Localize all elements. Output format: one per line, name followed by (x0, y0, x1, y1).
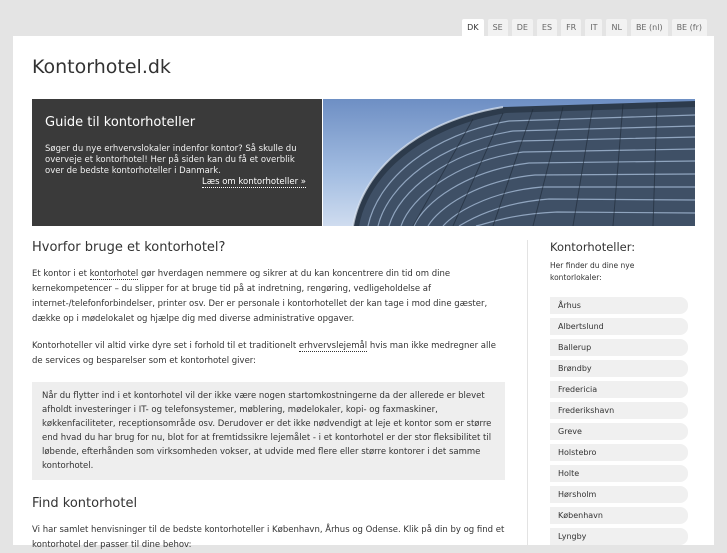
city-link-lyngby[interactable]: Lyngby (550, 528, 688, 545)
office-building-image (323, 99, 695, 226)
sidebar-title: Kontorhoteller: (550, 240, 636, 254)
city-link-ballerup[interactable]: Ballerup (550, 339, 688, 356)
hero-title: Guide til kontorhoteller (45, 115, 196, 130)
city-link-koebenhavn[interactable]: København (550, 507, 688, 524)
city-link-holte[interactable]: Holte (550, 465, 688, 482)
city-link-hoersholm[interactable]: Hørsholm (550, 486, 688, 503)
heading-why-office-hotel: Hvorfor bruge et kontorhotel? (32, 240, 226, 255)
site-title[interactable]: Kontorhotel.dk (32, 56, 171, 78)
lang-tab-de[interactable]: DE (511, 19, 533, 36)
lang-tab-dk[interactable]: DK (462, 19, 484, 36)
paragraph-pricing-text-start: Kontorhoteller vil altid virke dyre set … (32, 341, 299, 351)
city-list: Århus Albertslund Ballerup Brøndby Frede… (550, 297, 688, 545)
lang-tab-se[interactable]: SE (487, 19, 508, 36)
hero-banner: Guide til kontorhoteller Søger du nye er… (32, 99, 695, 226)
page-container: Kontorhotel.dk Guide til kontorhoteller … (13, 36, 714, 550)
lang-tab-fr[interactable]: FR (561, 19, 582, 36)
lang-tab-es[interactable]: ES (536, 19, 558, 36)
lang-tab-be-fr[interactable]: BE (fr) (671, 19, 707, 36)
language-tabs: DK SE DE ES FR IT NL BE (nl) BE (fr) (462, 19, 707, 36)
city-link-broendby[interactable]: Brøndby (550, 360, 688, 377)
lang-tab-be-nl[interactable]: BE (nl) (630, 19, 668, 36)
city-link-aarhus[interactable]: Århus (550, 297, 688, 314)
city-link-greve[interactable]: Greve (550, 423, 688, 440)
paragraph-intro: Et kontor i et kontorhotel gør hverdagen… (32, 267, 505, 327)
hero-description: Søger du nye erhvervslokaler indenfor ko… (45, 144, 297, 176)
city-link-holstebro[interactable]: Holstebro (550, 444, 688, 461)
paragraph-intro-text-start: Et kontor i et (32, 269, 90, 279)
city-link-fredericia[interactable]: Fredericia (550, 381, 688, 398)
main-content: Hvorfor bruge et kontorhotel? Et kontor … (32, 240, 505, 553)
heading-find-office-hotel: Find kontorhotel (32, 496, 138, 511)
sidebar-intro: Her finder du dine nye kontorlokaler: (550, 261, 635, 282)
highlight-box: Når du flytter ind i et kontorhotel vil … (32, 382, 505, 480)
column-divider (527, 240, 528, 545)
city-link-albertslund[interactable]: Albertslund (550, 318, 688, 335)
lang-tab-it[interactable]: IT (585, 19, 603, 36)
kontorhotel-link[interactable]: kontorhotel (89, 269, 139, 280)
sidebar: Kontorhoteller: Her finder du dine nye k… (550, 240, 688, 549)
erhvervslejemaal-link[interactable]: erhvervslejemål (298, 341, 368, 352)
hero-text-panel: Guide til kontorhoteller Søger du nye er… (32, 99, 322, 226)
office-building-illustration (352, 101, 695, 226)
paragraph-pricing: Kontorhoteller vil altid virke dyre set … (32, 339, 505, 369)
paragraph-find: Vi har samlet henvisninger til de bedste… (32, 525, 505, 550)
city-link-frederikshavn[interactable]: Frederikshavn (550, 402, 688, 419)
read-more-link[interactable]: Læs om kontorhoteller » (202, 177, 306, 188)
lang-tab-nl[interactable]: NL (606, 19, 627, 36)
